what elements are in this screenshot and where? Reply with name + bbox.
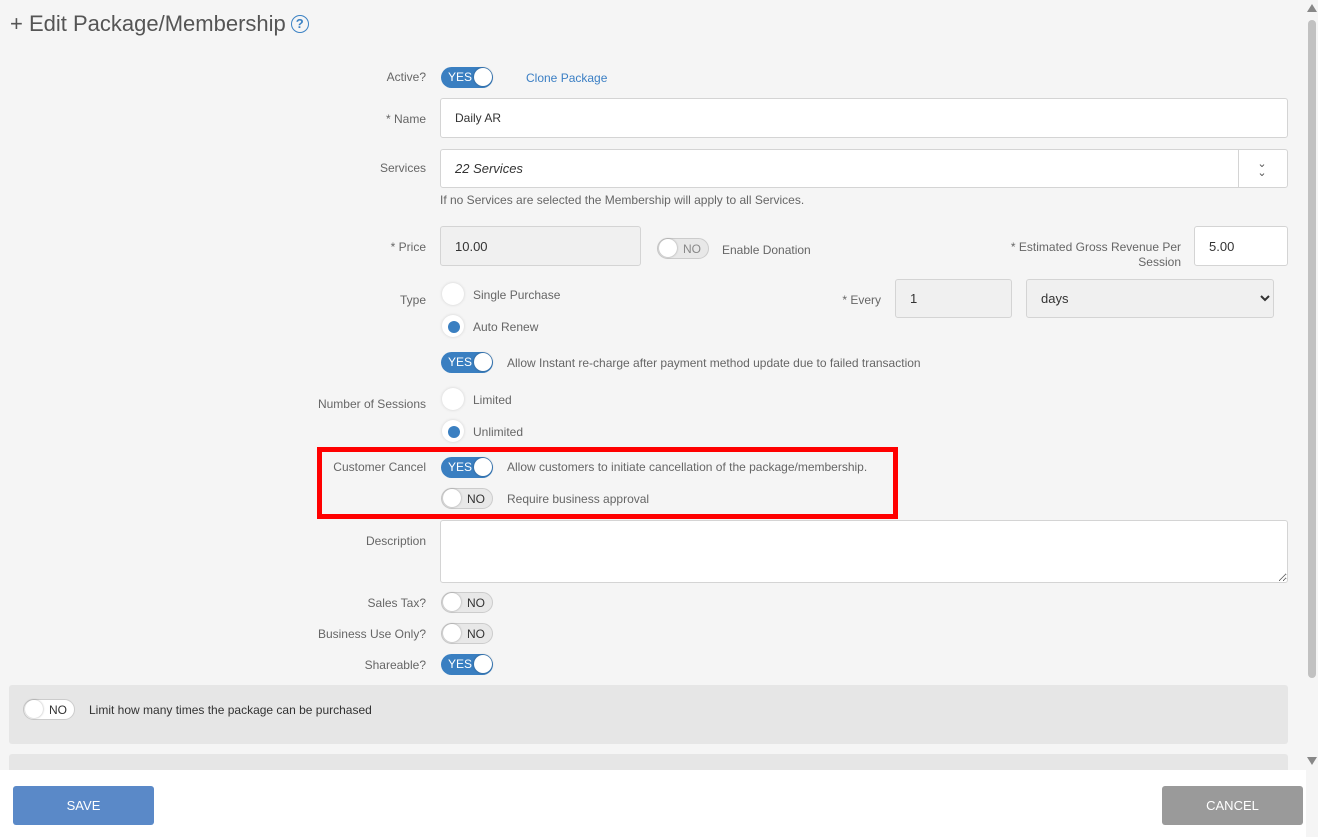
radio-auto-renew[interactable] bbox=[442, 315, 464, 337]
toggle-knob bbox=[443, 593, 461, 611]
price-value: 10.00 bbox=[455, 238, 488, 254]
donation-toggle[interactable]: NO bbox=[657, 238, 709, 259]
services-label: Services bbox=[379, 161, 426, 175]
limit-purchases-text: Limit how many times the package can be … bbox=[89, 703, 372, 717]
services-hint: If no Services are selected the Membersh… bbox=[440, 193, 805, 207]
sessions-label: Number of Sessions bbox=[317, 397, 426, 411]
every-label: * Every bbox=[842, 293, 881, 307]
gross-revenue-value: 5.00 bbox=[1209, 238, 1235, 254]
instant-recharge-label: Allow Instant re-charge after payment me… bbox=[507, 356, 921, 370]
services-select[interactable]: 22 Services bbox=[440, 149, 1288, 188]
clone-package-link[interactable]: Clone Package bbox=[526, 71, 607, 85]
scroll-up-icon[interactable] bbox=[1307, 4, 1317, 12]
period-select[interactable]: days bbox=[1026, 279, 1274, 318]
sales-tax-toggle-text: NO bbox=[467, 596, 485, 610]
limit-purchases-panel: NO Limit how many times the package can … bbox=[9, 685, 1288, 744]
active-toggle[interactable]: YES bbox=[441, 67, 493, 88]
double-chevron-down-icon[interactable]: ⌄ ⌄ bbox=[1252, 159, 1272, 179]
gross-revenue-label: * Estimated Gross Revenue Per Session bbox=[1010, 240, 1181, 269]
name-input-value: Daily AR bbox=[455, 111, 502, 125]
price-label: * Price bbox=[390, 240, 426, 254]
business-use-toggle-text: NO bbox=[467, 627, 485, 641]
page-title: + Edit Package/Membership ? bbox=[10, 11, 309, 37]
donation-toggle-text: NO bbox=[683, 242, 701, 256]
active-label: Active? bbox=[386, 70, 426, 84]
every-input[interactable]: 1 bbox=[895, 279, 1012, 318]
toggle-knob bbox=[659, 239, 677, 257]
toggle-knob bbox=[443, 624, 461, 642]
instant-recharge-toggle-text: YES bbox=[448, 355, 473, 369]
limited-label: Limited bbox=[473, 393, 512, 407]
limit-purchases-toggle[interactable]: NO bbox=[23, 699, 75, 720]
scroll-thumb[interactable] bbox=[1308, 20, 1316, 678]
shareable-label: Shareable? bbox=[364, 658, 426, 672]
type-label: Type bbox=[399, 293, 426, 307]
toggle-knob bbox=[474, 353, 492, 371]
every-value: 1 bbox=[910, 291, 918, 306]
question-circle-icon[interactable]: ? bbox=[290, 15, 309, 33]
shareable-toggle[interactable]: YES bbox=[441, 654, 493, 675]
description-label: Description bbox=[365, 534, 426, 548]
toggle-knob bbox=[474, 68, 492, 86]
business-use-toggle[interactable]: NO bbox=[441, 623, 493, 644]
limit-purchases-toggle-text: NO bbox=[49, 703, 67, 717]
save-button[interactable]: SAVE bbox=[13, 786, 154, 825]
shareable-toggle-text: YES bbox=[448, 657, 473, 671]
toggle-knob bbox=[25, 700, 43, 718]
radio-unlimited[interactable] bbox=[442, 420, 464, 442]
name-label: * Name bbox=[385, 112, 426, 126]
cancel-button[interactable]: CANCEL bbox=[1162, 786, 1303, 825]
single-purchase-label: Single Purchase bbox=[473, 288, 561, 302]
sales-tax-toggle[interactable]: NO bbox=[441, 592, 493, 613]
scrollbar[interactable] bbox=[1306, 0, 1318, 770]
services-divider bbox=[1238, 150, 1239, 187]
radio-limited[interactable] bbox=[442, 388, 464, 410]
gross-revenue-input[interactable]: 5.00 bbox=[1194, 226, 1288, 266]
instant-recharge-toggle[interactable]: YES bbox=[441, 352, 493, 373]
unlimited-label: Unlimited bbox=[473, 425, 524, 439]
highlight-box bbox=[317, 447, 898, 519]
active-toggle-text: YES bbox=[448, 70, 473, 84]
auto-renew-label: Auto Renew bbox=[473, 320, 539, 334]
toggle-knob bbox=[474, 655, 492, 673]
business-use-label: Business Use Only? bbox=[317, 627, 426, 641]
description-textarea[interactable] bbox=[440, 520, 1288, 583]
donation-label: Enable Donation bbox=[722, 243, 811, 257]
scroll-down-icon[interactable] bbox=[1307, 757, 1317, 765]
name-input[interactable]: Daily AR bbox=[440, 98, 1288, 138]
price-input[interactable]: 10.00 bbox=[440, 226, 641, 266]
sales-tax-label: Sales Tax? bbox=[367, 596, 426, 610]
services-value: 22 Services bbox=[455, 161, 523, 176]
page-title-text: + Edit Package/Membership bbox=[10, 11, 286, 36]
footer-bar: SAVE CANCEL bbox=[0, 770, 1306, 837]
radio-single-purchase[interactable] bbox=[442, 283, 464, 305]
